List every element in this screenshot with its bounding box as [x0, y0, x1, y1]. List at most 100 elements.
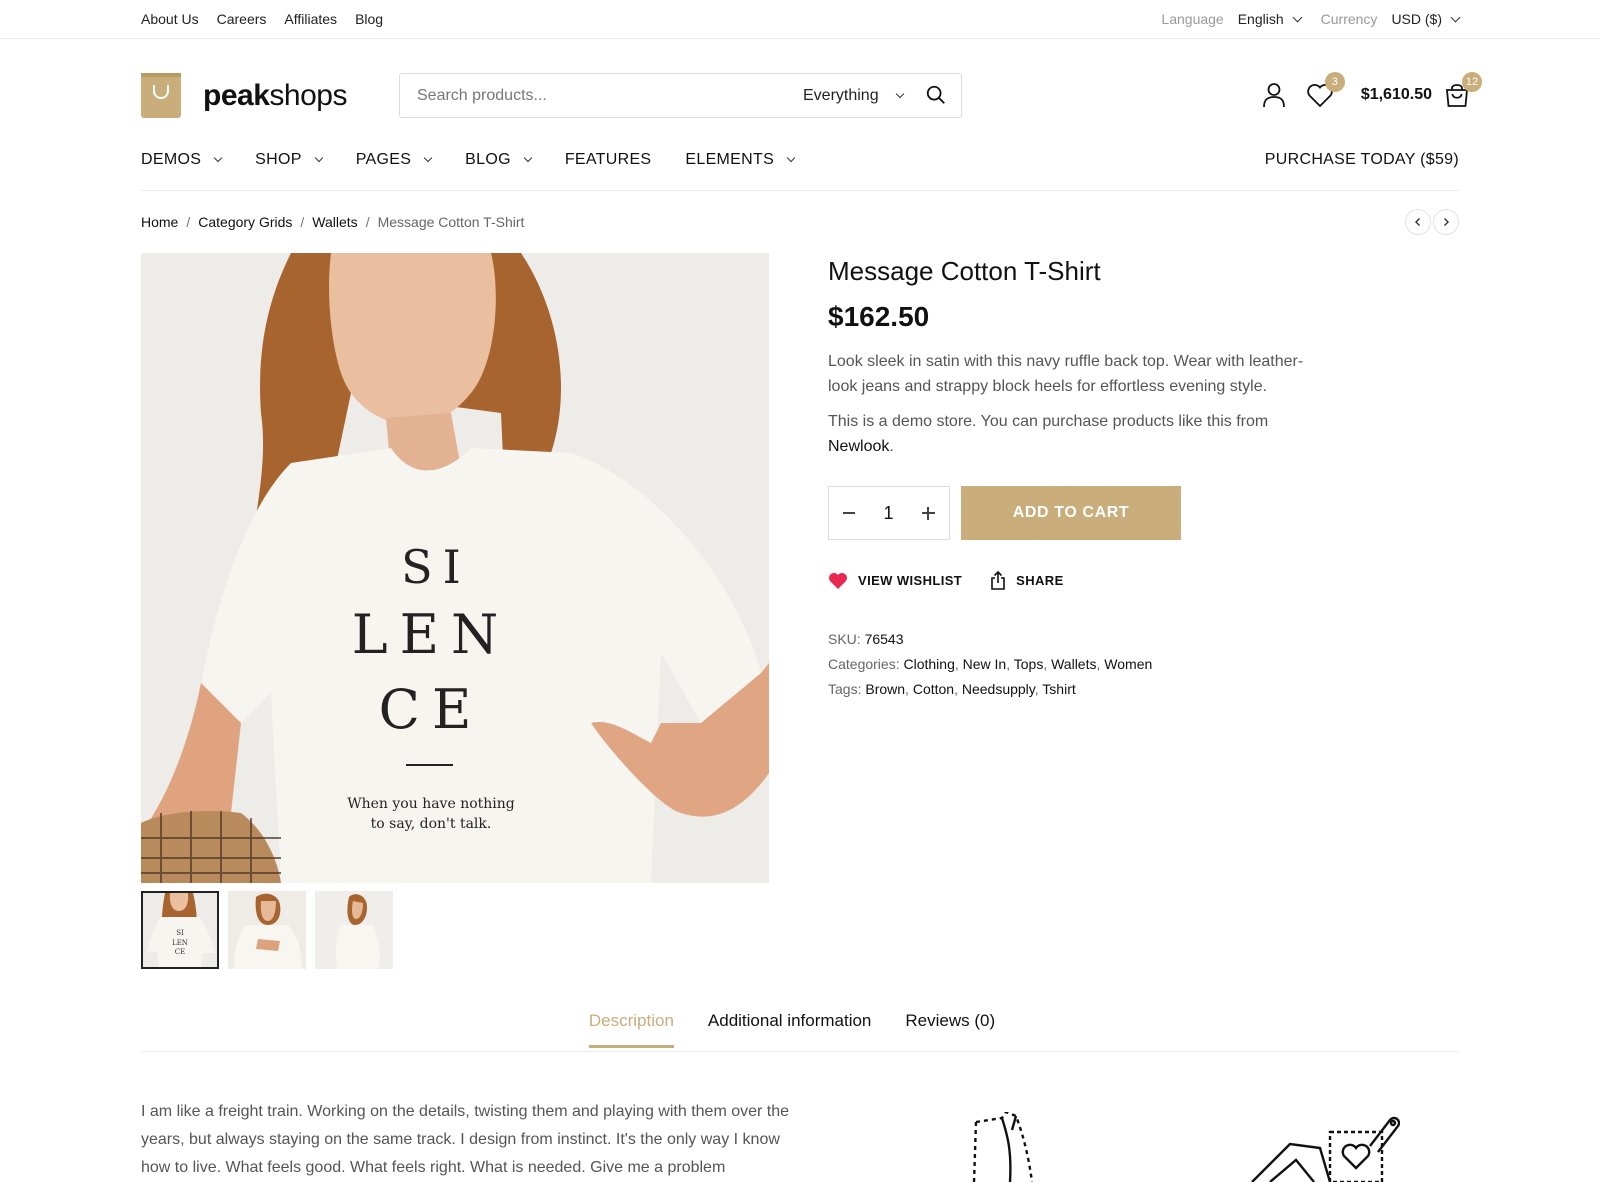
wishlist-count-badge: 3: [1324, 72, 1345, 92]
topbar-preferences: Language English Currency USD ($): [1161, 11, 1461, 27]
chevron-left-icon: [1415, 218, 1420, 226]
heart-icon: [829, 572, 847, 589]
topbar-link-careers[interactable]: Careers: [217, 11, 267, 27]
product-pager: [1405, 209, 1459, 235]
tags-label: Tags:: [828, 681, 862, 697]
sku-row: SKU: 76543: [828, 627, 1152, 652]
view-wishlist-link[interactable]: VIEW WISHLIST: [828, 572, 962, 590]
chevron-down-icon: [213, 153, 223, 163]
share-link[interactable]: SHARE: [990, 571, 1064, 590]
account-icon[interactable]: [1259, 80, 1289, 110]
svg-text:LEN: LEN: [172, 939, 188, 947]
svg-text:to say, don't talk.: to say, don't talk.: [371, 816, 492, 832]
breadcrumb: Home / Category Grids / Wallets / Messag…: [141, 214, 524, 230]
product-tabs: Description Additional information Revie…: [0, 1011, 1592, 1048]
topbar-link-blog[interactable]: Blog: [355, 11, 383, 27]
tag-link[interactable]: Tshirt: [1042, 681, 1075, 697]
nav-item-pages[interactable]: PAGES: [356, 151, 433, 169]
search-bar: Everything: [399, 73, 962, 118]
breadcrumb-current: Message Cotton T-Shirt: [377, 214, 525, 230]
share-label: SHARE: [1016, 573, 1064, 588]
nav-label: SHOP: [255, 151, 302, 168]
svg-text:CE: CE: [379, 678, 484, 741]
svg-text:SI: SI: [401, 540, 471, 594]
add-to-cart-button[interactable]: ADD TO CART: [961, 486, 1181, 540]
nav-label: BLOG: [465, 151, 511, 168]
quantity-stepper: 1: [828, 486, 950, 540]
nav-label: ELEMENTS: [685, 151, 775, 168]
sku-label: SKU:: [828, 631, 861, 647]
search-icon[interactable]: [925, 84, 949, 108]
cart-total[interactable]: $1,610.50: [1361, 86, 1432, 104]
category-link[interactable]: Tops: [1014, 656, 1044, 672]
search-input[interactable]: [417, 86, 797, 105]
share-icon: [991, 571, 1005, 590]
nav-item-features[interactable]: FEATURES: [565, 151, 652, 169]
tab-reviews[interactable]: Reviews (0): [905, 1011, 995, 1048]
topbar-link-affiliates[interactable]: Affiliates: [284, 11, 337, 27]
decrease-quantity-button[interactable]: [843, 512, 855, 514]
chevron-down-icon: [423, 153, 433, 163]
nav-label: FEATURES: [564, 151, 652, 168]
nav-item-blog[interactable]: BLOG: [465, 151, 533, 169]
tabs-divider: [141, 1051, 1459, 1052]
product-actions: VIEW WISHLIST SHARE: [828, 571, 1092, 590]
language-selector[interactable]: English: [1238, 11, 1303, 27]
breadcrumb-home[interactable]: Home: [141, 214, 178, 230]
cart-icon[interactable]: 12: [1442, 72, 1482, 110]
shopping-bag-logo-icon: [141, 73, 181, 118]
demo-note-end: .: [889, 438, 894, 455]
breadcrumb-category-grids[interactable]: Category Grids: [198, 214, 292, 230]
top-bar: About Us Careers Affiliates Blog Languag…: [0, 0, 1600, 39]
view-wishlist-label: VIEW WISHLIST: [858, 573, 963, 588]
chevron-right-icon: [1444, 218, 1449, 226]
tag-link[interactable]: Needsupply: [962, 681, 1035, 697]
quantity-value[interactable]: 1: [883, 503, 893, 524]
category-link[interactable]: Women: [1104, 656, 1152, 672]
search-category-select[interactable]: Everything: [803, 87, 904, 105]
categories-row: Categories: Clothing, New In, Tops, Wall…: [828, 656, 1153, 672]
product-main-image[interactable]: SI LEN CE When you have nothing to say, …: [141, 253, 769, 883]
demo-note-text: This is a demo store. You can purchase p…: [828, 413, 1269, 430]
newlook-link[interactable]: Newlook: [828, 438, 889, 455]
breadcrumb-wallets[interactable]: Wallets: [312, 214, 357, 230]
product-thumbnail-2[interactable]: [228, 891, 306, 969]
next-product-button[interactable]: [1433, 209, 1459, 235]
product-thumbnail-3[interactable]: [315, 891, 393, 969]
purchase-today-link[interactable]: PURCHASE TODAY ($59): [1265, 151, 1459, 169]
search-category-value: Everything: [803, 87, 879, 104]
chevron-down-icon: [314, 153, 323, 163]
chevron-down-icon: [1450, 12, 1461, 22]
increase-quantity-button[interactable]: [921, 506, 935, 520]
sewing-patch-icon: [1250, 1116, 1401, 1182]
chevron-down-icon: [1292, 12, 1303, 22]
category-link[interactable]: New In: [963, 656, 1007, 672]
currency-selector[interactable]: USD ($): [1391, 11, 1461, 27]
tag-link[interactable]: Cotton: [913, 681, 954, 697]
sku-value: 76543: [864, 631, 904, 647]
category-link[interactable]: Clothing: [903, 656, 954, 672]
product-short-description: Look sleek in satin with this navy ruffl…: [828, 353, 1304, 395]
nav-item-shop[interactable]: SHOP: [255, 151, 323, 169]
topbar-link-about[interactable]: About Us: [141, 11, 199, 27]
chevron-down-icon: [523, 153, 533, 163]
nav-divider: [141, 190, 1459, 191]
product-thumbnail-1[interactable]: SI LEN CE: [141, 891, 219, 969]
wishlist-heart-icon[interactable]: 3: [1305, 72, 1345, 110]
previous-product-button[interactable]: [1405, 209, 1431, 235]
cart-count-badge: 12: [1462, 72, 1482, 92]
language-label: Language: [1161, 11, 1224, 27]
product-price: $162.50: [828, 301, 930, 332]
product-title: Message Cotton T-Shirt: [828, 256, 1101, 286]
svg-text:CE: CE: [175, 948, 185, 956]
site-logo[interactable]: peakshops: [141, 73, 347, 118]
header-actions: 3 $1,610.50 12: [1259, 72, 1482, 110]
tag-link[interactable]: Brown: [865, 681, 905, 697]
nav-item-elements[interactable]: ELEMENTS: [685, 151, 796, 169]
product-thumbnails: SI LEN CE: [141, 891, 393, 969]
category-link[interactable]: Wallets: [1051, 656, 1096, 672]
nav-label: DEMOS: [141, 151, 202, 168]
nav-item-demos[interactable]: DEMOS: [141, 151, 223, 169]
tab-description[interactable]: Description: [588, 1011, 674, 1048]
tab-additional-information[interactable]: Additional information: [708, 1011, 871, 1048]
